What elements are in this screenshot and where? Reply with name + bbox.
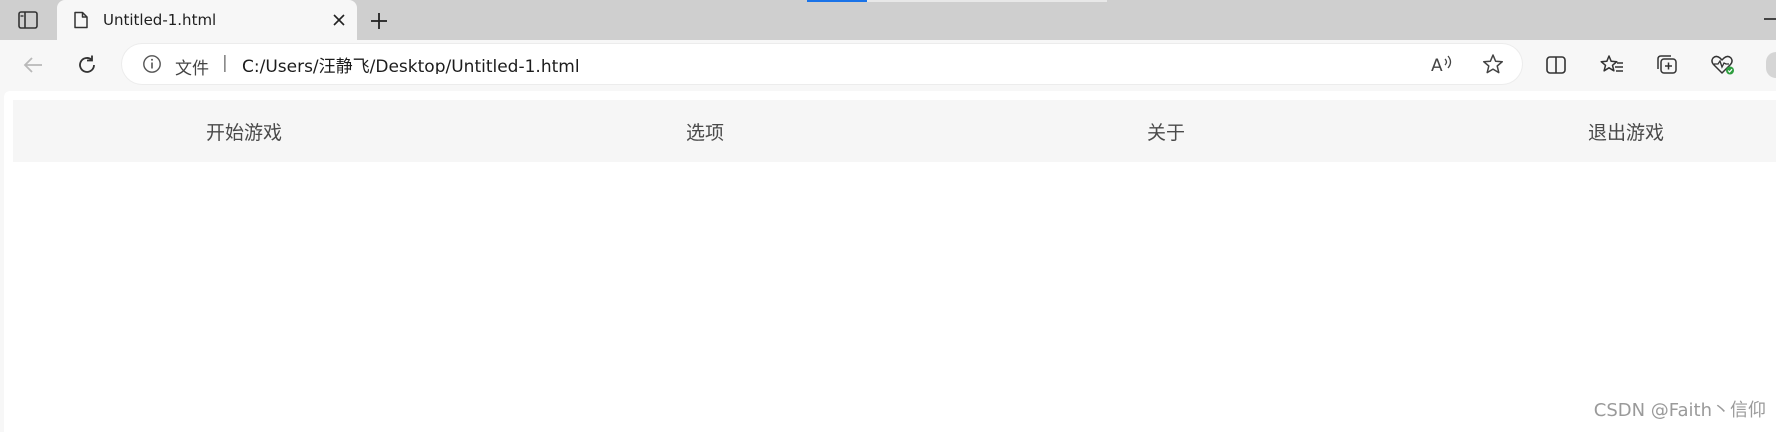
collections-icon[interactable] bbox=[1652, 50, 1682, 80]
plus-icon[interactable] bbox=[366, 8, 392, 34]
browser-toolbar: 文件 | A bbox=[0, 40, 1776, 88]
sidebar-icon[interactable] bbox=[14, 8, 42, 32]
menu-item-exit-game[interactable]: 退出游戏 bbox=[1406, 100, 1776, 162]
game-menu-bar: 开始游戏 选项 关于 退出游戏 bbox=[13, 100, 1776, 162]
reload-icon[interactable] bbox=[72, 50, 102, 80]
back-arrow-icon[interactable] bbox=[18, 50, 48, 80]
watermark: CSDN @Faith丶信仰 bbox=[1593, 400, 1766, 421]
tab-strip: Untitled-1.html bbox=[0, 0, 1776, 40]
address-bar[interactable]: 文件 | A bbox=[122, 44, 1522, 84]
tab-strip-accent-secondary bbox=[867, 0, 1107, 2]
browser-tab[interactable]: Untitled-1.html bbox=[57, 0, 357, 40]
tab-title: Untitled-1.html bbox=[103, 11, 217, 29]
tab-strip-accent bbox=[807, 0, 867, 2]
menu-item-start-game[interactable]: 开始游戏 bbox=[24, 100, 464, 162]
url-input[interactable] bbox=[242, 54, 1142, 74]
web-page: 开始游戏 选项 关于 退出游戏 CSDN @Faith丶信仰 bbox=[4, 91, 1776, 432]
heart-pulse-icon[interactable] bbox=[1708, 50, 1738, 80]
info-icon[interactable] bbox=[142, 54, 162, 74]
document-icon bbox=[71, 10, 91, 30]
menu-item-about[interactable]: 关于 bbox=[946, 100, 1386, 162]
read-aloud-icon[interactable]: A bbox=[1428, 50, 1456, 78]
favorites-icon[interactable] bbox=[1597, 50, 1627, 80]
address-separator: | bbox=[222, 53, 228, 73]
page-viewport: 开始游戏 选项 关于 退出游戏 CSDN @Faith丶信仰 bbox=[0, 88, 1776, 432]
minimize-icon[interactable] bbox=[1764, 18, 1776, 20]
close-icon[interactable] bbox=[329, 10, 349, 30]
scheme-label: 文件 bbox=[175, 59, 209, 79]
split-screen-icon[interactable] bbox=[1541, 50, 1571, 80]
profile-avatar[interactable] bbox=[1766, 52, 1776, 78]
star-icon[interactable] bbox=[1479, 50, 1507, 78]
menu-item-options[interactable]: 选项 bbox=[485, 100, 925, 162]
svg-text:A: A bbox=[1431, 56, 1443, 75]
